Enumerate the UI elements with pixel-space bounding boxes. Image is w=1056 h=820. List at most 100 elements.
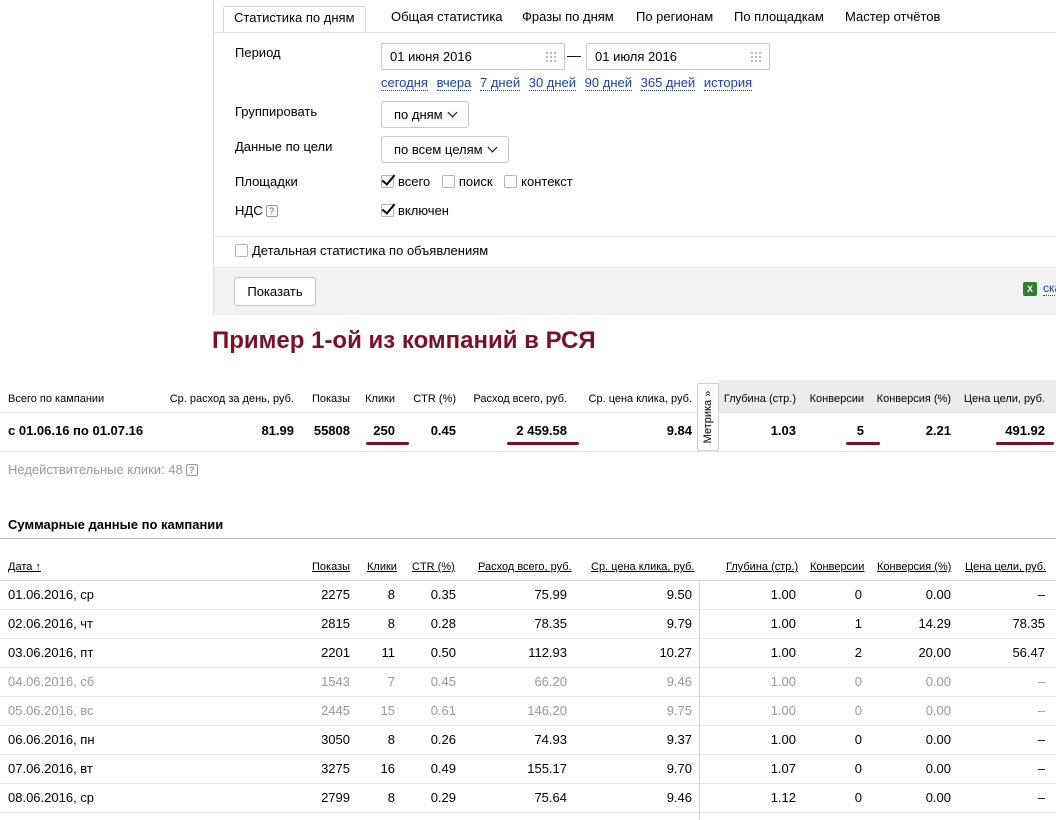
help-icon[interactable]: ? xyxy=(265,205,278,217)
range-link-7days[interactable]: 7 дней xyxy=(479,75,521,91)
invalid-clicks-row: Недействительные клики: 48? xyxy=(8,462,198,477)
cell-goal-price: – xyxy=(1037,790,1045,805)
cell-impressions: 2275 xyxy=(321,587,350,602)
cell-clicks: 8 xyxy=(387,616,395,631)
cell-depth: 1.00 xyxy=(770,732,796,747)
cell-date: 08.06.2016, ср xyxy=(8,790,95,805)
goal-select[interactable]: по всем целям xyxy=(381,136,509,163)
summary-header-conversions: Конверсии xyxy=(809,393,864,405)
platform-all-checkbox[interactable] xyxy=(381,175,394,188)
date-to-input[interactable]: 01 июля 2016 xyxy=(586,43,770,70)
date-from-value: 01 июня 2016 xyxy=(390,49,472,64)
cell-depth: 1.00 xyxy=(770,587,796,602)
column-header-goal-price[interactable]: Цена цели, руб. xyxy=(965,561,1046,573)
cell-date: 05.06.2016, вс xyxy=(8,703,94,718)
tab-by-platform[interactable]: По площадкам xyxy=(734,7,824,32)
cell-spend: 75.64 xyxy=(534,790,567,805)
range-link-history[interactable]: история xyxy=(703,75,753,91)
cell-spend: 155.17 xyxy=(527,761,567,776)
tab-daily-stats[interactable]: Статистика по дням xyxy=(223,6,366,33)
column-header-depth[interactable]: Глубина (стр.) xyxy=(726,561,798,573)
cell-impressions: 2815 xyxy=(321,616,350,631)
date-to-value: 01 июля 2016 xyxy=(595,49,677,64)
cell-conversions: 2 xyxy=(854,645,862,660)
tab-report-wizard[interactable]: Мастер отчётов xyxy=(845,7,940,32)
excel-icon[interactable]: X xyxy=(1023,282,1037,296)
column-header-impressions[interactable]: Показы xyxy=(312,561,350,573)
download-link[interactable]: скачать xyxy=(1043,281,1056,296)
group-select[interactable]: по дням xyxy=(381,101,469,128)
cell-impressions: 2445 xyxy=(321,703,350,718)
cell-conv-rate: 0.00 xyxy=(925,761,951,776)
column-header-clicks[interactable]: Клики xyxy=(367,561,397,573)
cell-ctr: 0.45 xyxy=(430,674,456,689)
range-link-30days[interactable]: 30 дней xyxy=(528,75,577,91)
cell-date: 07.06.2016, вт xyxy=(8,761,93,776)
range-link-yesterday[interactable]: вчера xyxy=(436,75,472,91)
column-header-ctr[interactable]: CTR (%) xyxy=(412,561,455,573)
cell-impressions: 3275 xyxy=(321,761,350,776)
tab-by-region[interactable]: По регионам xyxy=(636,7,713,32)
column-header-cpc[interactable]: Ср. цена клика, руб. xyxy=(591,561,694,573)
summary-goal-price: 491.92 xyxy=(1005,423,1045,438)
cell-ctr: 0.61 xyxy=(430,703,456,718)
tab-general-stats[interactable]: Общая статистика xyxy=(391,7,503,32)
help-icon[interactable]: ? xyxy=(185,464,198,476)
cell-clicks: 8 xyxy=(387,732,395,747)
summary-header-avg-spend: Ср. расход за день, руб. xyxy=(169,393,294,405)
show-button[interactable]: Показать xyxy=(234,277,316,306)
range-link-90days[interactable]: 90 дней xyxy=(584,75,632,91)
range-link-today[interactable]: сегодня xyxy=(381,75,428,91)
filters-footer: Показать X скачать xyxy=(214,267,1056,315)
cell-clicks: 8 xyxy=(387,790,395,805)
cell-cpc: 9.37 xyxy=(666,732,692,747)
summary-ctr: 0.45 xyxy=(430,423,456,438)
platform-context-label: контекст xyxy=(521,174,573,189)
column-header-date[interactable]: Дата ↑ xyxy=(8,561,41,573)
cell-date: 03.06.2016, пт xyxy=(8,645,94,660)
table-row: 05.06.2016, вс 2445 15 0.61 146.20 9.75 1.00 0 0… xyxy=(0,697,1056,726)
column-header-conversions[interactable]: Конверсии xyxy=(810,561,864,573)
metrika-toggle[interactable]: Метрика » xyxy=(697,383,719,451)
platforms-label: Площадки xyxy=(235,174,298,189)
cell-depth: 1.00 xyxy=(770,645,796,660)
column-header-conv-rate[interactable]: Конверсия (%) xyxy=(877,561,951,573)
summary-header-depth: Глубина (стр.) xyxy=(723,393,796,405)
section-title: Суммарные данные по кампании xyxy=(8,517,224,532)
section-divider xyxy=(0,538,1056,539)
cell-depth: 1.00 xyxy=(770,703,796,718)
date-from-input[interactable]: 01 июня 2016 xyxy=(381,43,565,70)
platform-search-checkbox[interactable] xyxy=(441,175,455,188)
platforms-checkboxes: всего поиск контекст xyxy=(381,174,581,189)
date-separator: — xyxy=(567,47,581,63)
cell-spend: 75.99 xyxy=(534,587,567,602)
detail-stats-checkbox[interactable] xyxy=(235,244,248,257)
calendar-icon[interactable] xyxy=(750,51,762,63)
summary-spend: 2 459.58 xyxy=(516,423,567,438)
summary-depth: 1.03 xyxy=(770,423,796,438)
range-link-365days[interactable]: 365 дней xyxy=(640,75,696,91)
cell-conversions: 0 xyxy=(854,790,862,805)
tab-phrases-daily[interactable]: Фразы по дням xyxy=(522,7,614,32)
detail-stats-row: Детальная статистика по объявлениям xyxy=(235,243,488,258)
cell-goal-price: 78.35 xyxy=(1012,616,1045,631)
highlight-underline-clicks xyxy=(366,442,409,445)
chevron-down-icon xyxy=(447,107,458,118)
cell-ctr: 0.28 xyxy=(430,616,456,631)
summary-avg-spend: 81.99 xyxy=(261,423,294,438)
cell-conversions: 1 xyxy=(854,616,862,631)
invalid-clicks-text: Недействительные клики: 48 xyxy=(8,462,183,477)
cell-conv-rate: 0.00 xyxy=(925,674,951,689)
cell-clicks: 11 xyxy=(381,645,396,660)
platform-context-checkbox[interactable] xyxy=(504,175,518,188)
summary-header-impressions: Показы xyxy=(311,393,350,405)
cell-cpc: 9.50 xyxy=(666,587,692,602)
cell-ctr: 0.29 xyxy=(430,790,456,805)
summary-header-spend: Расход всего, руб. xyxy=(473,393,567,405)
cell-conversions: 0 xyxy=(854,674,862,689)
calendar-icon[interactable] xyxy=(545,51,557,63)
column-header-spend[interactable]: Расход всего, руб. xyxy=(478,561,572,573)
cell-goal-price: – xyxy=(1037,703,1045,718)
table-row: 08.06.2016, ср 2799 8 0.29 75.64 9.46 1.12 0 0.0… xyxy=(0,784,1056,813)
vat-checkbox[interactable] xyxy=(381,204,394,217)
